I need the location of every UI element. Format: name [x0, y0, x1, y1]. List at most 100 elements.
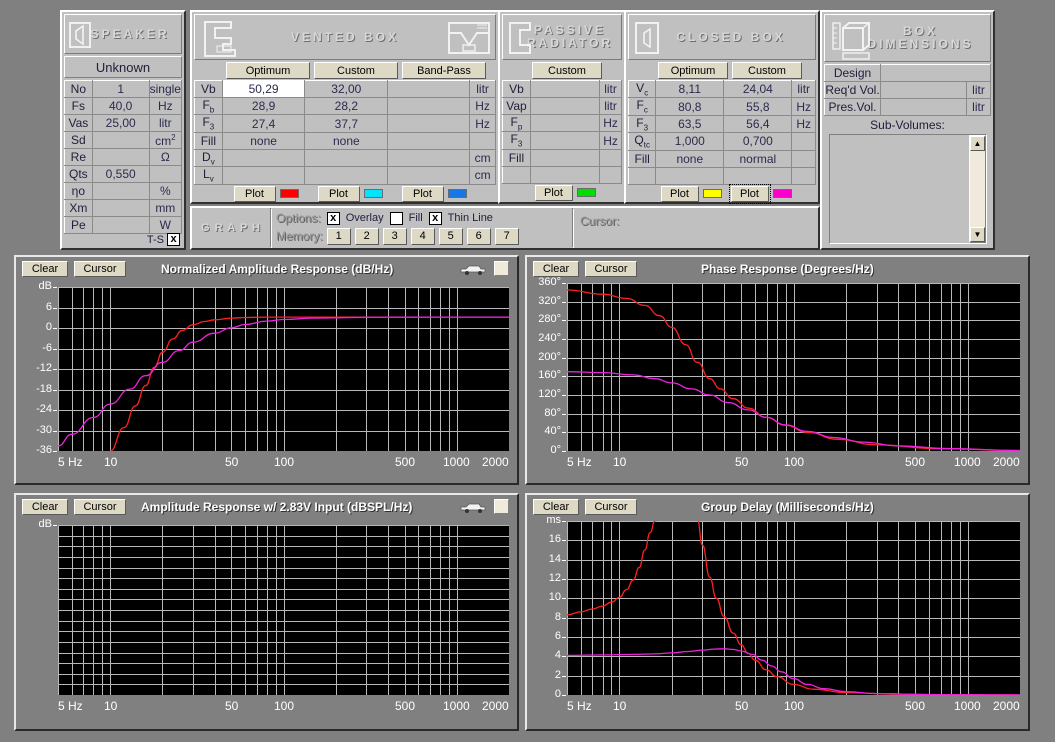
memory-button-2[interactable]: 2: [354, 227, 379, 245]
plot-area[interactable]: [567, 521, 1020, 695]
row-value-optimum[interactable]: [221, 148, 306, 168]
row-value-custom[interactable]: 32,00: [304, 80, 389, 98]
row-value-optimum[interactable]: 8,11: [655, 79, 725, 99]
row-value-optimum[interactable]: 50,29: [221, 80, 306, 98]
row-value[interactable]: 40,0: [91, 97, 150, 115]
clear-button[interactable]: Clear: [22, 261, 68, 277]
row-value-custom[interactable]: normal: [723, 149, 793, 168]
subvolumes-scrollbar[interactable]: ▲ ▼: [969, 135, 986, 243]
driver-config[interactable]: single: [148, 80, 183, 98]
scroll-up-arrow-icon[interactable]: ▲: [970, 136, 985, 151]
row-value-custom[interactable]: 55,8: [723, 97, 793, 116]
memory-button-6[interactable]: 6: [466, 227, 491, 245]
row-label: Vc: [627, 79, 657, 99]
vented-bandpass-tab[interactable]: Band-Pass: [402, 62, 486, 79]
cursor-button[interactable]: Cursor: [585, 261, 637, 277]
row-value[interactable]: 25,00: [91, 114, 150, 132]
clear-button[interactable]: Clear: [533, 499, 579, 515]
speaker-name: Unknown: [95, 59, 151, 75]
row-value-custom[interactable]: 28,2: [304, 96, 389, 116]
print-button[interactable]: [494, 261, 509, 276]
cursor-button[interactable]: Cursor: [585, 499, 637, 515]
closed-optimum-tab[interactable]: Optimum: [658, 62, 728, 79]
no-value[interactable]: 1: [91, 80, 150, 98]
vented-optimum-tab[interactable]: Optimum: [226, 62, 310, 79]
row-value[interactable]: 0,550: [91, 165, 150, 183]
vented-custom-tab[interactable]: Custom: [314, 62, 398, 79]
clear-button[interactable]: Clear: [533, 261, 579, 277]
plot-button-passive[interactable]: Plot: [534, 184, 573, 201]
subvolumes-list[interactable]: ▲ ▼: [829, 134, 987, 244]
row-value-optimum[interactable]: none: [221, 131, 306, 150]
row-value[interactable]: [529, 80, 601, 98]
row-value[interactable]: [91, 131, 150, 149]
passive-header: PASSIVE RADIATOR: [502, 14, 622, 60]
design-value[interactable]: [880, 64, 991, 82]
row-value-custom[interactable]: 0,700: [723, 132, 793, 151]
pres-vol-value[interactable]: [880, 98, 967, 116]
memory-button-1[interactable]: 1: [326, 227, 351, 245]
memory-button-7[interactable]: 7: [494, 227, 519, 245]
row-value-optimum[interactable]: 1,000: [655, 132, 725, 151]
row-value-bandpass[interactable]: [387, 114, 471, 133]
memory-button-5[interactable]: 5: [438, 227, 463, 245]
row-value[interactable]: [529, 165, 601, 184]
fill-checkbox[interactable]: [389, 211, 403, 225]
thin-line-checkbox[interactable]: x: [428, 211, 442, 225]
row-value[interactable]: [529, 113, 601, 133]
reqd-vol-value[interactable]: [880, 81, 967, 99]
clear-button[interactable]: Clear: [22, 499, 68, 515]
row-value-optimum[interactable]: 63,5: [655, 114, 725, 134]
row-value-bandpass[interactable]: [387, 80, 471, 98]
row-value[interactable]: [529, 148, 601, 167]
row-value-optimum[interactable]: 28,9: [221, 96, 306, 116]
row-value-optimum[interactable]: [655, 166, 725, 185]
row-value-optimum[interactable]: 27,4: [221, 114, 306, 133]
ts-checkbox[interactable]: x: [167, 233, 180, 246]
car-icon[interactable]: [459, 501, 487, 514]
row-value-bandpass[interactable]: [387, 131, 471, 150]
closed-custom-tab[interactable]: Custom: [732, 62, 802, 79]
row-value-custom[interactable]: 37,7: [304, 114, 389, 133]
row-value-bandpass[interactable]: [387, 166, 471, 185]
cursor-button[interactable]: Cursor: [74, 261, 126, 277]
row-value[interactable]: [91, 148, 150, 166]
row-value-custom[interactable]: 56,4: [723, 114, 793, 134]
scroll-down-arrow-icon[interactable]: ▼: [970, 227, 985, 242]
row-value-custom[interactable]: [304, 148, 389, 168]
cursor-button[interactable]: Cursor: [74, 499, 126, 515]
plot-button-vented-custom[interactable]: Plot: [317, 185, 360, 202]
row-value[interactable]: [529, 97, 601, 115]
row-value-custom[interactable]: 24,04: [723, 79, 793, 99]
row-value-optimum[interactable]: 80,8: [655, 97, 725, 116]
scrollbar-track[interactable]: [970, 151, 985, 227]
row-value[interactable]: [91, 216, 150, 234]
plot-button-closed-custom[interactable]: Plot: [728, 183, 771, 204]
row-value[interactable]: [529, 131, 601, 150]
memory-button-3[interactable]: 3: [382, 227, 407, 245]
row-value[interactable]: [91, 182, 150, 200]
plot-button-vented-bandpass[interactable]: Plot: [401, 185, 444, 202]
plot-area[interactable]: [58, 287, 509, 451]
row-value-optimum[interactable]: [221, 166, 306, 185]
overlay-checkbox[interactable]: x: [326, 211, 340, 225]
row-value-custom[interactable]: none: [304, 131, 389, 150]
row-value[interactable]: [91, 199, 150, 217]
plot-area[interactable]: [58, 525, 509, 695]
plot-area[interactable]: [567, 283, 1020, 451]
table-row: Xm mm: [64, 199, 183, 217]
row-value-custom[interactable]: [723, 166, 793, 185]
car-icon[interactable]: [459, 263, 487, 276]
ts-toggle-row[interactable]: T-S x: [147, 233, 180, 246]
plot-button-vented-optimum[interactable]: Plot: [233, 185, 276, 202]
row-value-bandpass[interactable]: [387, 148, 471, 168]
passive-custom-tab[interactable]: Custom: [532, 62, 602, 79]
plot-button-closed-optimum[interactable]: Plot: [660, 185, 699, 202]
row-value-optimum[interactable]: none: [655, 149, 725, 168]
print-button[interactable]: [494, 499, 509, 514]
x-tick-label: 5 Hz: [567, 699, 592, 713]
row-unit: mm: [148, 199, 183, 217]
row-value-custom[interactable]: [304, 166, 389, 185]
memory-button-4[interactable]: 4: [410, 227, 435, 245]
row-value-bandpass[interactable]: [387, 96, 471, 116]
